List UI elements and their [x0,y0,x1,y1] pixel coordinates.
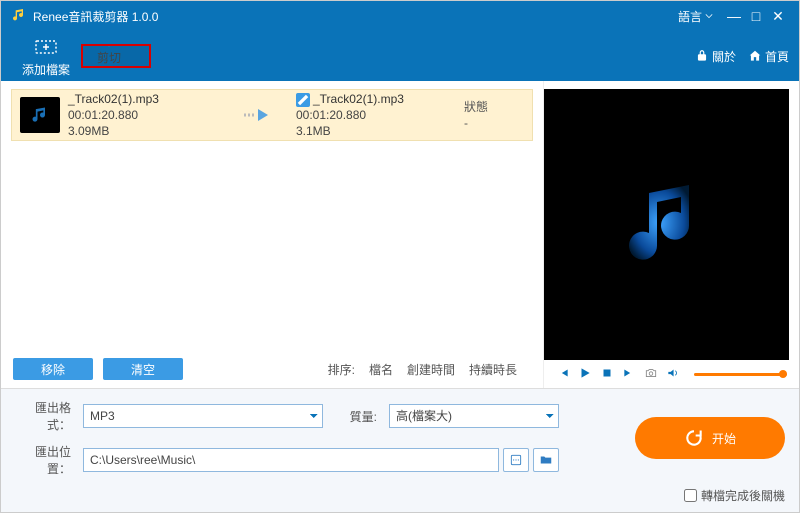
bottom-panel: 匯出格式： MP3 質量: 高(檔案大) 开始 匯出位置： 轉檔完成後關機 [1,388,799,512]
sort-label: 排序: [328,361,355,378]
toolbar: 添加檔案 剪切 關於 首頁 [1,31,799,81]
sort-by-name[interactable]: 檔名 [369,361,393,378]
shutdown-checkbox[interactable] [684,489,697,502]
source-filename: _Track02(1).mp3 [68,91,228,107]
start-button[interactable]: 开始 [635,417,785,459]
add-file-button[interactable]: 添加檔案 [11,32,81,80]
cut-label: 剪切 [97,49,121,66]
maximize-button[interactable]: □ [745,8,767,24]
output-duration: 00:01:20.880 [296,107,456,123]
file-thumb-icon [20,97,60,133]
sort-controls: 排序: 檔名 創建時間 持續時長 [328,361,531,378]
play-button[interactable] [578,366,592,383]
main-area: _Track02(1).mp3 00:01:20.880 3.09MB _Tra… [1,81,799,388]
quality-select[interactable]: 高(檔案大) [389,404,559,428]
output-filesize: 3.1MB [296,123,456,139]
convert-arrow-icon [236,105,288,125]
source-filesize: 3.09MB [68,123,228,139]
volume-slider[interactable] [694,373,787,376]
titlebar: Renee音訊裁剪器 1.0.0 語言 — □ ✕ [1,1,799,31]
volume-icon[interactable] [666,366,680,383]
sort-by-created[interactable]: 創建時間 [407,361,455,378]
browse-button[interactable] [533,448,559,472]
home-icon [748,49,762,63]
home-link[interactable]: 首頁 [748,48,789,65]
path-label: 匯出位置： [15,443,75,477]
prev-button[interactable] [556,366,570,383]
app-title: Renee音訊裁剪器 1.0.0 [33,8,158,25]
output-column: _Track02(1).mp3 00:01:20.880 3.1MB [288,91,464,139]
status-value: - [464,115,524,131]
volume-knob[interactable] [779,370,787,378]
music-placeholder-icon [607,165,727,285]
source-column: _Track02(1).mp3 00:01:20.880 3.09MB [60,91,236,139]
player-controls [544,360,799,388]
file-row[interactable]: _Track02(1).mp3 00:01:20.880 3.09MB _Tra… [11,89,533,141]
status-header: 狀態 [464,99,524,115]
language-dropdown[interactable]: 語言 [678,8,713,25]
minimize-button[interactable]: — [723,8,745,24]
next-button[interactable] [622,366,636,383]
format-select[interactable]: MP3 [83,404,323,428]
source-duration: 00:01:20.880 [68,107,228,123]
remove-button[interactable]: 移除 [13,358,93,380]
sort-by-duration[interactable]: 持續時長 [469,361,517,378]
path-input[interactable] [83,448,499,472]
edit-icon[interactable] [296,93,310,107]
shutdown-label: 轉檔完成後關機 [701,487,785,504]
add-file-label: 添加檔案 [22,61,70,78]
stop-button[interactable] [600,366,614,383]
preview-panel [544,89,789,360]
status-column: 狀態 - [464,99,524,131]
close-button[interactable]: ✕ [767,8,789,25]
app-window: Renee音訊裁剪器 1.0.0 語言 — □ ✕ 添加檔案 剪切 關於 首頁 [0,0,800,513]
app-logo-icon [11,7,27,26]
cut-button[interactable]: 剪切 [81,44,151,68]
format-label: 匯出格式： [15,399,75,433]
snapshot-button[interactable] [644,366,658,383]
left-pane: _Track02(1).mp3 00:01:20.880 3.09MB _Tra… [1,81,544,388]
path-dropdown-button[interactable] [503,448,529,472]
right-pane [544,81,799,388]
list-buttons: 移除 清空 排序: 檔名 創建時間 持續時長 [1,350,543,388]
lock-icon [695,49,709,63]
quality-label: 質量: [331,408,381,425]
clear-button[interactable]: 清空 [103,358,183,380]
refresh-icon [684,428,704,448]
output-filename: _Track02(1).mp3 [296,91,456,107]
about-link[interactable]: 關於 [695,48,736,65]
file-list: _Track02(1).mp3 00:01:20.880 3.09MB _Tra… [1,81,543,350]
